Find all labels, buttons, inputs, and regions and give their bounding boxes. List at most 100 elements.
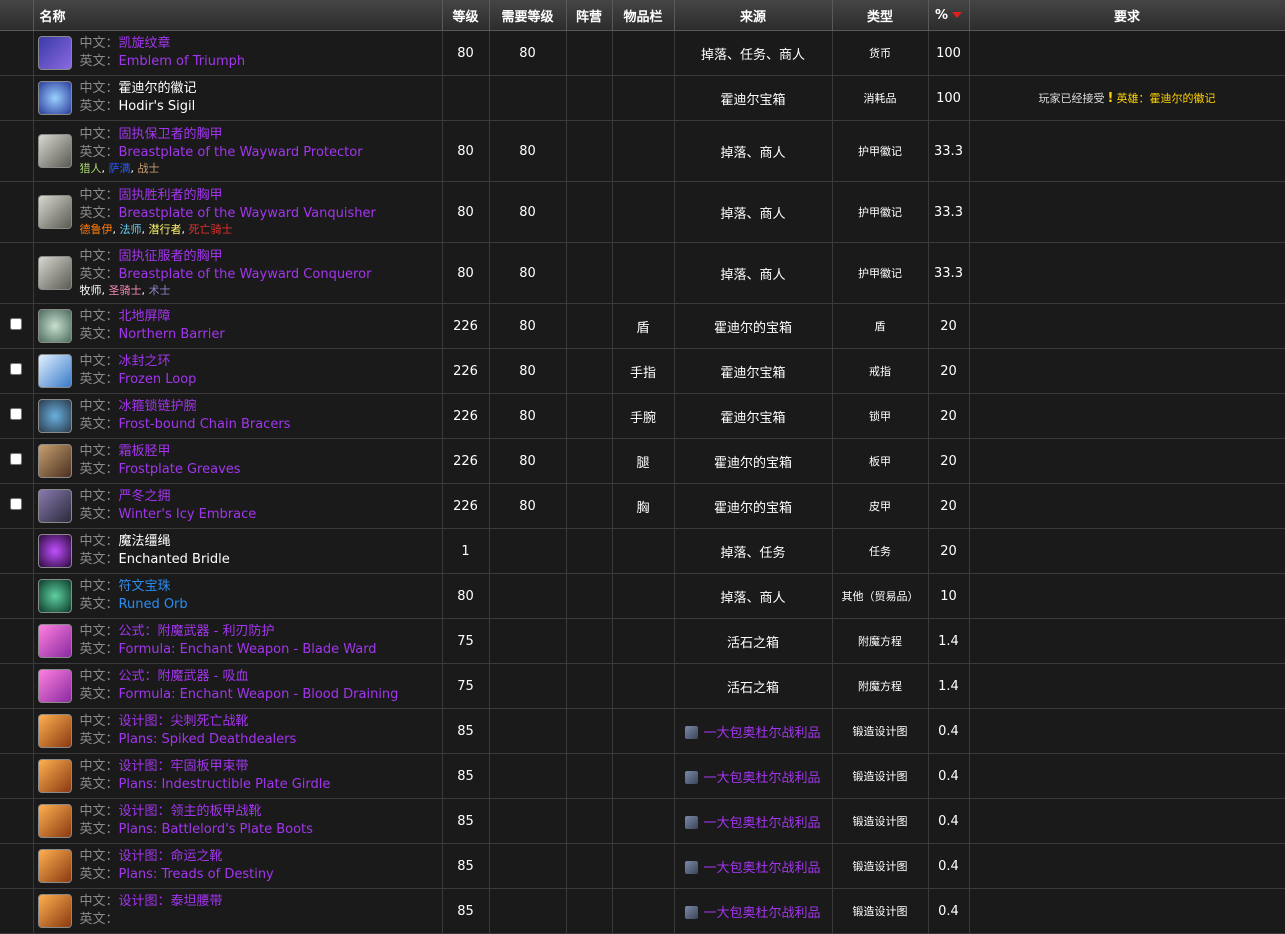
header-level[interactable]: 等级 bbox=[442, 0, 490, 31]
item-name-cn[interactable]: 公式：附魔武器 - 利刃防护 bbox=[119, 624, 275, 639]
item-name-cn[interactable]: 符文宝珠 bbox=[119, 579, 171, 594]
plans-icon[interactable] bbox=[37, 714, 72, 748]
header-reqs[interactable]: 要求 bbox=[969, 0, 1285, 31]
bridle-icon[interactable] bbox=[37, 534, 72, 568]
item-name-en[interactable]: Breastplate of the Wayward Vanquisher bbox=[119, 206, 376, 221]
item-name-en[interactable]: Formula: Enchant Weapon - Blade Ward bbox=[119, 642, 377, 657]
plans-icon[interactable] bbox=[37, 804, 72, 838]
header-pct[interactable]: % bbox=[928, 0, 970, 31]
table-row[interactable]: 中文：北地屏障 英文：Northern Barrier 226 80 盾霍迪尔的宝箱盾 2… bbox=[0, 303, 1285, 349]
sigil-icon[interactable] bbox=[37, 81, 72, 115]
shield-icon[interactable] bbox=[37, 309, 72, 343]
formula-icon[interactable] bbox=[37, 624, 72, 658]
table-row[interactable]: 中文：固执胜利者的胸甲 英文：Breastplate of the Wayward… bbox=[0, 181, 1285, 243]
header-type[interactable]: 类型 bbox=[832, 0, 929, 31]
ring-icon[interactable] bbox=[37, 354, 72, 388]
plans-icon[interactable] bbox=[37, 894, 72, 928]
item-name-cn[interactable]: 设计图：泰坦腰带 bbox=[119, 894, 223, 909]
item-name-cn[interactable]: 设计图：牢固板甲束带 bbox=[119, 759, 249, 774]
table-row[interactable]: 中文：设计图：领主的板甲战靴 英文：Plans: Battlelord's Pla… bbox=[0, 798, 1285, 844]
item-name-en[interactable]: Plans: Battlelord's Plate Boots bbox=[119, 822, 313, 837]
source-link[interactable]: 一大包奥杜尔战利品 bbox=[703, 906, 820, 921]
header-name[interactable]: 名称 bbox=[33, 0, 443, 31]
cn-label: 中文： bbox=[79, 534, 119, 549]
chest-icon[interactable] bbox=[37, 489, 72, 523]
item-name-en[interactable]: Northern Barrier bbox=[119, 327, 225, 342]
item-name-cn[interactable]: 设计图：尖刺死亡战靴 bbox=[119, 714, 249, 729]
table-row[interactable]: 中文：设计图：泰坦腰带 英文： 85 一大包奥杜尔战利品 锻造设计图 0.4 bbox=[0, 888, 1285, 934]
item-name-en[interactable]: Plans: Indestructible Plate Girdle bbox=[119, 777, 331, 792]
item-name-cn[interactable]: 设计图：命运之靴 bbox=[119, 849, 223, 864]
item-name-en[interactable]: Frost-bound Chain Bracers bbox=[119, 417, 291, 432]
item-name-en[interactable]: Enchanted Bridle bbox=[119, 552, 230, 567]
orb-icon[interactable] bbox=[37, 579, 72, 613]
table-row[interactable]: 中文：冰封之环 英文：Frozen Loop 226 80 手指 霍迪尔宝箱 戒指 20 bbox=[0, 348, 1285, 394]
item-name-en[interactable]: Emblem of Triumph bbox=[119, 54, 246, 69]
row-checkbox[interactable] bbox=[10, 318, 23, 330]
reqs-quest-link[interactable]: 英雄：霍迪尔的徽记 bbox=[1116, 92, 1215, 105]
breastplate-icon[interactable] bbox=[37, 134, 72, 168]
item-name-cn[interactable]: 严冬之拥 bbox=[119, 489, 171, 504]
item-name-en[interactable]: Breastplate of the Wayward Conqueror bbox=[119, 267, 372, 282]
item-name-en[interactable]: Plans: Treads of Destiny bbox=[119, 867, 274, 882]
item-name-cn[interactable]: 冰箍锁链护腕 bbox=[119, 399, 197, 414]
item-name-en[interactable]: Formula: Enchant Weapon - Blood Draining bbox=[119, 687, 399, 702]
header-source[interactable]: 来源 bbox=[674, 0, 833, 31]
table-row[interactable]: 中文：冰箍锁链护腕 英文：Frost-bound Chain Bracers 226… bbox=[0, 393, 1285, 439]
item-name-en[interactable]: Breastplate of the Wayward Protector bbox=[119, 145, 363, 160]
header-slot[interactable]: 物品栏 bbox=[612, 0, 675, 31]
item-name-cn[interactable]: 设计图：领主的板甲战靴 bbox=[119, 804, 262, 819]
table-row[interactable]: 中文：公式：附魔武器 - 利刃防护 英文：Formula: Enchant Wea… bbox=[0, 618, 1285, 664]
table-row[interactable]: 中文：固执保卫者的胸甲 英文：Breastplate of the Wayward… bbox=[0, 120, 1285, 182]
table-row[interactable]: 中文：公式：附魔武器 - 吸血 英文：Formula: Enchant Weapo… bbox=[0, 663, 1285, 709]
table-row[interactable]: 中文：设计图：命运之靴 英文：Plans: Treads of Destiny 85… bbox=[0, 843, 1285, 889]
formula-icon[interactable] bbox=[37, 669, 72, 703]
table-row[interactable]: 中文：霍迪尔的徽记 英文：Hodir's Sigil 霍迪尔宝箱 消耗品 100 玩家已经… bbox=[0, 75, 1285, 121]
plans-icon[interactable] bbox=[37, 759, 72, 793]
table-row[interactable]: 中文：设计图：尖刺死亡战靴 英文：Plans: Spiked Deathdeale… bbox=[0, 708, 1285, 754]
item-name-en[interactable]: Plans: Spiked Deathdealers bbox=[119, 732, 297, 747]
table-row[interactable]: 中文：霜板胫甲 英文：Frostplate Greaves 226 80 腿霍迪尔的宝箱… bbox=[0, 438, 1285, 484]
item-name-cn[interactable]: 固执征服者的胸甲 bbox=[119, 249, 223, 264]
table-row[interactable]: 中文：严冬之拥 英文：Winter's Icy Embrace 226 80 胸霍迪尔的… bbox=[0, 483, 1285, 529]
item-name-en[interactable]: Hodir's Sigil bbox=[119, 99, 196, 114]
item-name-en[interactable]: Frozen Loop bbox=[119, 372, 197, 387]
item-name-cn[interactable]: 冰封之环 bbox=[119, 354, 171, 369]
row-checkbox[interactable] bbox=[10, 363, 23, 375]
breastplate-icon[interactable] bbox=[37, 256, 72, 290]
source-link[interactable]: 一大包奥杜尔战利品 bbox=[703, 816, 820, 831]
table-row[interactable]: 中文：魔法缰绳 英文：Enchanted Bridle 1 掉落、任务 任务 20 bbox=[0, 528, 1285, 574]
greaves-icon[interactable] bbox=[37, 444, 72, 478]
bracers-icon[interactable] bbox=[37, 399, 72, 433]
breastplate-icon[interactable] bbox=[37, 195, 72, 229]
pct-cell: 1.4 bbox=[928, 663, 970, 709]
emblem-icon[interactable] bbox=[37, 36, 72, 70]
item-name-cn[interactable]: 凯旋纹章 bbox=[119, 36, 171, 51]
table-row[interactable]: 中文：设计图：牢固板甲束带 英文：Plans: Indestructible Pl… bbox=[0, 753, 1285, 799]
plans-icon[interactable] bbox=[37, 849, 72, 883]
name-cell: 中文：设计图：牢固板甲束带 英文：Plans: Indestructible Pl… bbox=[33, 753, 443, 799]
item-name-en[interactable]: Frostplate Greaves bbox=[119, 462, 241, 477]
row-checkbox[interactable] bbox=[10, 498, 23, 510]
source-link[interactable]: 一大包奥杜尔战利品 bbox=[703, 861, 820, 876]
item-name-en[interactable]: Runed Orb bbox=[119, 597, 188, 612]
item-name-cn[interactable]: 魔法缰绳 bbox=[119, 534, 171, 549]
header-req-level[interactable]: 需要等级 bbox=[489, 0, 567, 31]
item-name-cn[interactable]: 北地屏障 bbox=[119, 309, 171, 324]
en-label: 英文： bbox=[79, 206, 119, 221]
item-name-cn[interactable]: 霍迪尔的徽记 bbox=[119, 81, 197, 96]
row-checkbox[interactable] bbox=[10, 453, 23, 465]
table-row[interactable]: 中文：凯旋纹章 英文：Emblem of Triumph 80 80 掉落、任务、商人货… bbox=[0, 30, 1285, 76]
item-name-cn[interactable]: 公式：附魔武器 - 吸血 bbox=[119, 669, 249, 684]
source-link[interactable]: 一大包奥杜尔战利品 bbox=[703, 771, 820, 786]
item-name-cn[interactable]: 霜板胫甲 bbox=[119, 444, 171, 459]
header-side[interactable]: 阵营 bbox=[566, 0, 613, 31]
item-name-cn[interactable]: 固执保卫者的胸甲 bbox=[119, 127, 223, 142]
row-checkbox[interactable] bbox=[10, 408, 23, 420]
item-name-en[interactable]: Winter's Icy Embrace bbox=[119, 507, 257, 522]
bag-icon bbox=[685, 815, 699, 829]
table-row[interactable]: 中文：固执征服者的胸甲 英文：Breastplate of the Wayward… bbox=[0, 242, 1285, 304]
item-name-cn[interactable]: 固执胜利者的胸甲 bbox=[119, 188, 223, 203]
source-link[interactable]: 一大包奥杜尔战利品 bbox=[703, 726, 820, 741]
table-row[interactable]: 中文：符文宝珠 英文：Runed Orb 80 掉落、商人 其他（贸易品） 10 bbox=[0, 573, 1285, 619]
